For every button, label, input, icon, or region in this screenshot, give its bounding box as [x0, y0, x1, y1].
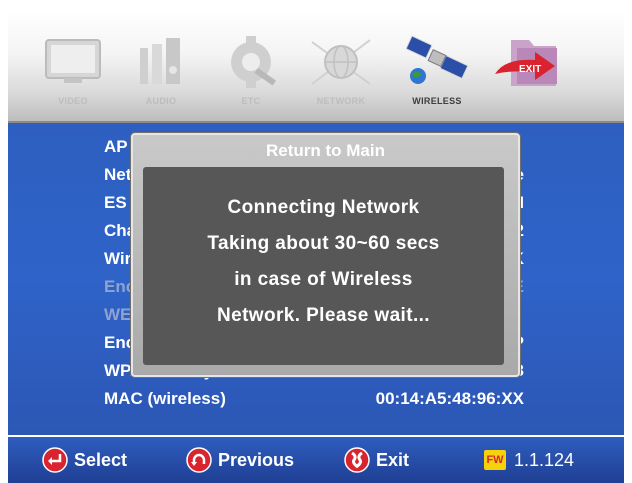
setting-row-mac[interactable]: MAC (wireless) 00:14:A5:48:96:XX	[8, 389, 624, 411]
connecting-dialog: Return to Main Connecting Network Taking…	[131, 133, 520, 377]
dialog-message-box: Connecting Network Taking about 30~60 se…	[143, 167, 504, 365]
globe-network-icon	[311, 39, 371, 85]
enter-icon	[42, 447, 68, 473]
exit-label: Exit	[376, 450, 410, 470]
select-label: Select	[74, 450, 128, 470]
dialog-title[interactable]: Return to Main	[133, 141, 518, 161]
menu-item-exit[interactable]: EXIT	[486, 34, 572, 114]
setting-value: 00:14:A5:48:96:XX	[375, 389, 524, 408]
setting-label: AP	[104, 137, 128, 156]
menu-item-video[interactable]: VIDEO	[30, 34, 116, 114]
menu-item-wireless[interactable]: WIRELESS	[394, 34, 480, 114]
exit-icon	[344, 447, 370, 473]
speaker-icon	[140, 38, 180, 84]
setting-label: WE	[104, 305, 132, 324]
setting-label: Wir	[104, 249, 132, 268]
exit-folder-icon: EXIT	[495, 40, 557, 86]
top-menu-bar: VIDEO AUDIO ETC NETWORK WIRELESS EXIT	[8, 10, 624, 123]
dialog-message-line: in case of Wireless	[234, 269, 413, 290]
previous-label: Previous	[218, 450, 295, 470]
back-arrow-icon	[186, 447, 212, 473]
menu-item-audio[interactable]: AUDIO	[118, 34, 204, 114]
tv-settings-screen: VIDEO AUDIO ETC NETWORK WIRELESS EXIT AP…	[0, 0, 632, 483]
menu-item-etc[interactable]: ETC	[208, 34, 294, 114]
menu-item-network[interactable]: NETWORK	[298, 34, 384, 114]
bottom-help-bar: Select Previous Exit FW 1.1.124	[8, 437, 624, 483]
dialog-message-line: Connecting Network	[227, 197, 420, 218]
tv-icon	[45, 39, 101, 83]
menu-label-etc: ETC	[241, 96, 261, 106]
dialog-message-line: Taking about 30~60 secs	[207, 233, 440, 254]
svg-text:EXIT: EXIT	[519, 64, 541, 75]
fw-badge: FW	[484, 450, 506, 470]
setting-label: ES	[104, 193, 127, 212]
gear-wrench-icon	[231, 36, 277, 88]
satellite-icon	[405, 35, 469, 84]
menu-label-network: NETWORK	[316, 96, 366, 106]
setting-label: MAC (wireless)	[104, 389, 226, 408]
menu-label-audio: AUDIO	[145, 96, 177, 106]
menu-label-wireless: WIRELESS	[412, 96, 462, 106]
firmware-version-text: 1.1.124	[514, 450, 575, 470]
setting-label: Net	[104, 165, 132, 184]
dialog-message-line: Network. Please wait...	[216, 305, 430, 326]
menu-label-video: VIDEO	[58, 96, 88, 106]
